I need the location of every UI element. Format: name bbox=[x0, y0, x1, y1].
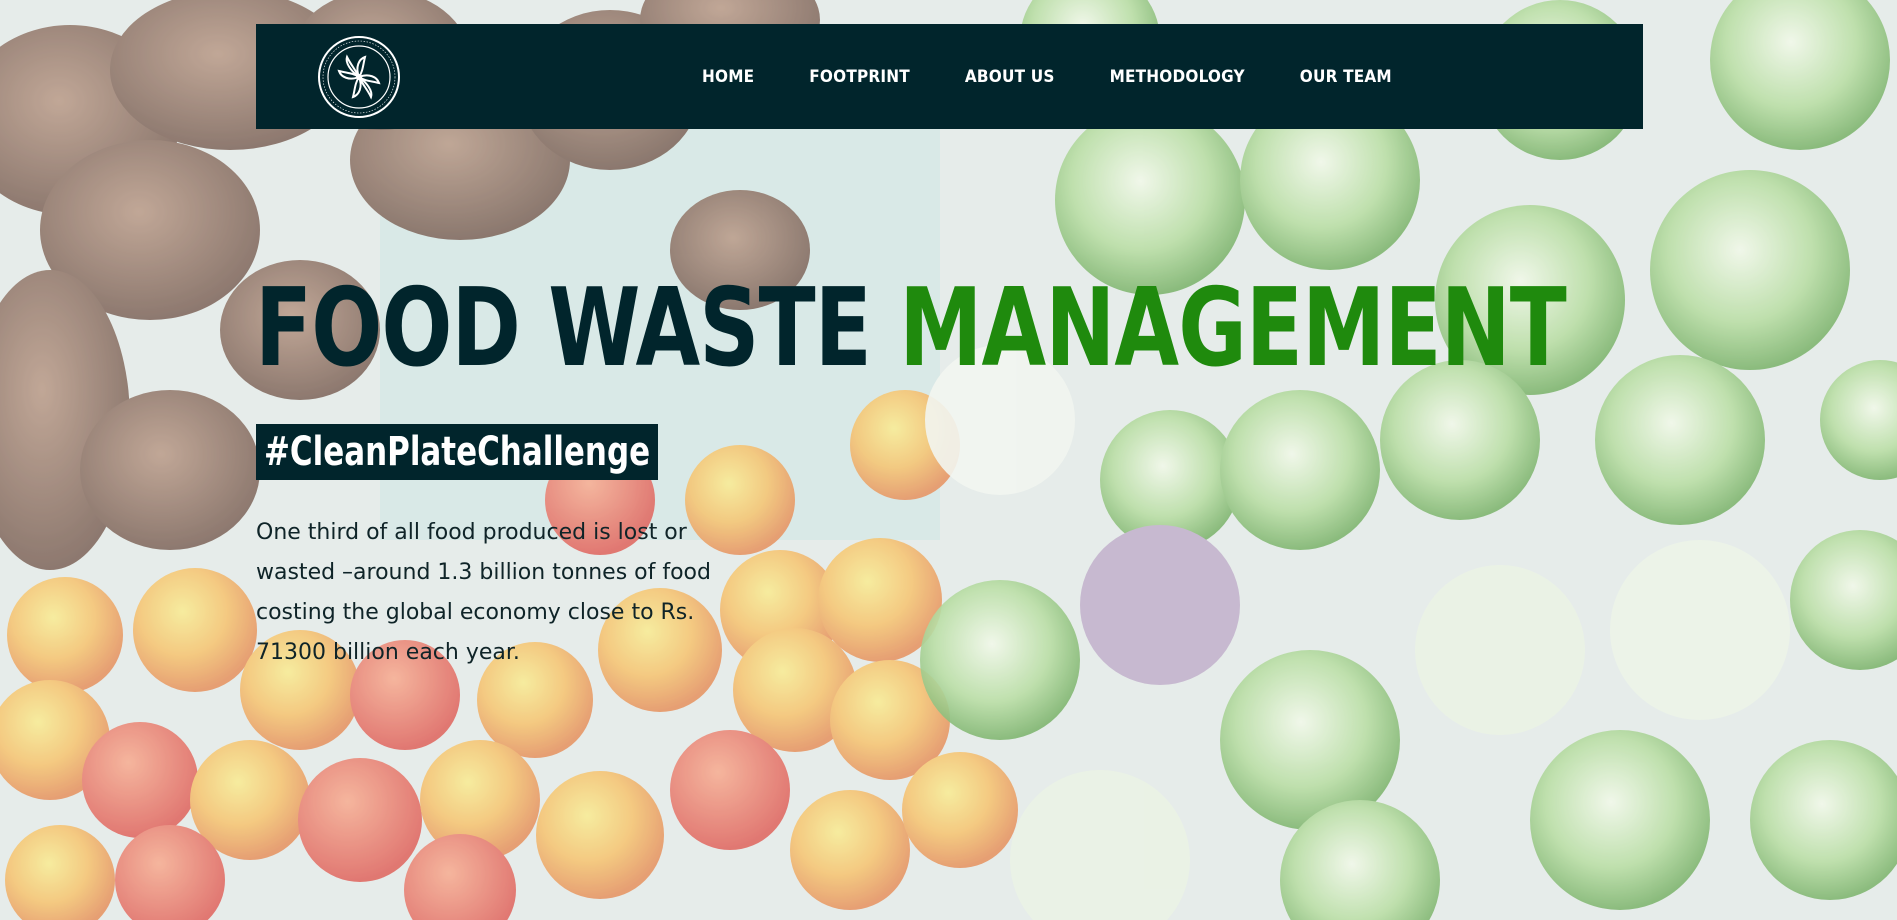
hero-title: FOOD WASTE MANAGEMENT bbox=[255, 275, 1567, 383]
nav-our-team-link[interactable]: OUR TEAM bbox=[1300, 67, 1392, 87]
top-navbar: HOME FOOTPRINT ABOUT US METHODOLOGY OUR … bbox=[256, 24, 1643, 129]
nav-links: HOME FOOTPRINT ABOUT US METHODOLOGY OUR … bbox=[702, 24, 1447, 129]
institute-seal-logo[interactable] bbox=[317, 35, 401, 119]
nav-footprint-link[interactable]: FOOTPRINT bbox=[809, 67, 910, 87]
hero-description: One third of all food produced is lost o… bbox=[256, 520, 711, 665]
hero-title-green: MANAGEMENT bbox=[899, 266, 1567, 391]
nav-methodology-link[interactable]: METHODOLOGY bbox=[1110, 67, 1245, 87]
hashtag-banner: #CleanPlateChallenge bbox=[256, 424, 658, 480]
hashtag-text: #CleanPlateChallenge bbox=[264, 429, 651, 475]
nav-home-link[interactable]: HOME bbox=[702, 67, 754, 87]
hero-title-dark: FOOD WASTE bbox=[255, 266, 872, 391]
nav-about-us-link[interactable]: ABOUT US bbox=[965, 67, 1055, 87]
